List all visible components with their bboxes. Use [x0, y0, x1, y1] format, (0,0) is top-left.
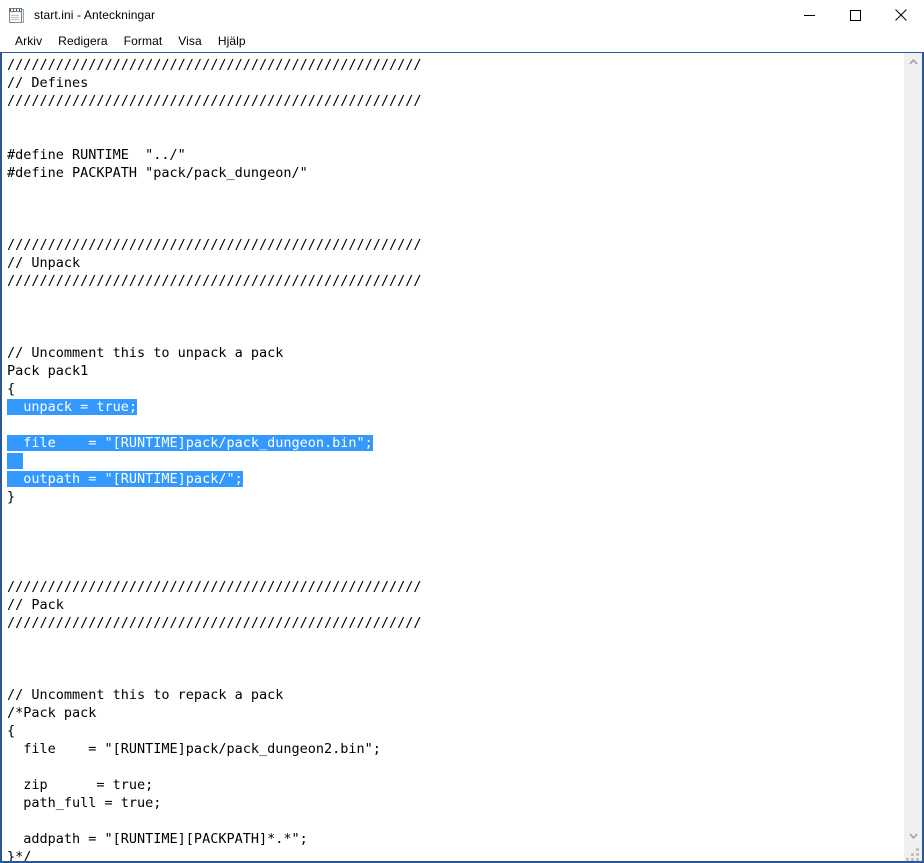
menu-item-redigera[interactable]: Redigera — [50, 32, 116, 51]
close-button[interactable] — [878, 0, 924, 30]
vertical-scrollbar[interactable] — [904, 53, 922, 861]
editor-line: ////////////////////////////////////////… — [7, 273, 422, 289]
window-title: start.ini - Anteckningar — [34, 8, 156, 22]
title-bar-left: start.ini - Anteckningar — [0, 7, 786, 24]
editor-line: // Unpack — [7, 255, 81, 271]
editor-line: ////////////////////////////////////////… — [7, 57, 422, 73]
chevron-down-icon — [909, 832, 918, 839]
editor-line: ////////////////////////////////////////… — [7, 93, 422, 109]
editor-line: file = "[RUNTIME]pack/pack_dungeon.bin"; — [7, 434, 904, 452]
client-area: ////////////////////////////////////////… — [0, 52, 924, 863]
minimize-icon — [803, 14, 815, 16]
editor-line: unpack = true; — [7, 398, 904, 416]
editor-line: outpath = "[RUNTIME]pack/"; — [7, 470, 904, 488]
selected-text: unpack = true; — [7, 399, 138, 415]
menu-item-format[interactable]: Format — [116, 32, 171, 51]
menu-item-hjalp[interactable]: Hjälp — [210, 32, 254, 51]
selected-text: file = "[RUNTIME]pack/pack_dungeon.bin"; — [7, 435, 373, 451]
menu-item-visa[interactable]: Visa — [170, 32, 210, 51]
text-editor[interactable]: ////////////////////////////////////////… — [2, 53, 904, 861]
editor-line: zip = true; — [7, 777, 154, 793]
scrollbar-thumb[interactable] — [905, 70, 922, 827]
editor-line: { — [7, 723, 16, 739]
editor-line: addpath = "[RUNTIME][PACKPATH]*.*"; — [7, 831, 308, 847]
minimize-button[interactable] — [786, 0, 832, 30]
maximize-icon — [849, 9, 861, 21]
notepad-icon — [9, 7, 26, 24]
editor-line: } — [7, 489, 16, 505]
editor-line: ////////////////////////////////////////… — [7, 615, 422, 631]
editor-line: // Defines — [7, 75, 89, 91]
selected-text: outpath = "[RUNTIME]pack/"; — [7, 471, 243, 487]
menu-bar: Arkiv Redigera Format Visa Hjälp — [0, 30, 924, 52]
editor-line: /*Pack pack — [7, 705, 97, 721]
editor-line: #define RUNTIME "../" — [7, 147, 186, 163]
editor-line: // Uncomment this to repack a pack — [7, 687, 284, 703]
editor-line: Pack pack1 — [7, 363, 89, 379]
scroll-up-button[interactable] — [905, 53, 922, 70]
editor-line: ////////////////////////////////////////… — [7, 579, 422, 595]
editor-line: }*/ — [7, 849, 32, 861]
editor-line: // Uncomment this to unpack a pack — [7, 345, 284, 361]
close-icon — [895, 9, 907, 21]
editor-line: // Pack — [7, 597, 64, 613]
scroll-down-button[interactable] — [905, 827, 922, 844]
title-bar[interactable]: start.ini - Anteckningar — [0, 0, 924, 30]
maximize-button[interactable] — [832, 0, 878, 30]
editor-line: { — [7, 381, 16, 397]
menu-item-arkiv[interactable]: Arkiv — [7, 32, 50, 51]
editor-line: path_full = true; — [7, 795, 162, 811]
chevron-up-icon — [909, 58, 918, 65]
editor-line — [7, 452, 904, 470]
window-controls — [786, 0, 924, 30]
editor-line: #define PACKPATH "pack/pack_dungeon/" — [7, 165, 308, 181]
editor-line: ////////////////////////////////////////… — [7, 237, 422, 253]
scrollbar-track[interactable] — [905, 70, 922, 827]
editor-line: file = "[RUNTIME]pack/pack_dungeon2.bin"… — [7, 741, 381, 757]
notepad-window: start.ini - Anteckningar Arkiv Redigera … — [0, 0, 924, 863]
selected-text — [7, 453, 24, 469]
resize-grip-icon[interactable] — [905, 844, 922, 861]
editor-content[interactable]: ////////////////////////////////////////… — [2, 56, 904, 861]
